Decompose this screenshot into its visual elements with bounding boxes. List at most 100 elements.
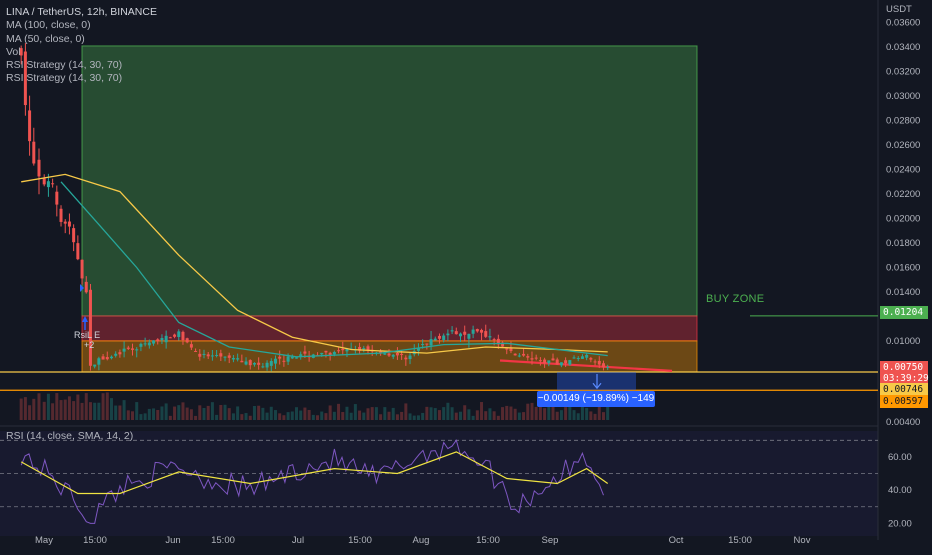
candle-body <box>446 333 450 336</box>
candle-body <box>606 366 610 368</box>
price-tick: 0.03600 <box>886 18 920 29</box>
price-tick: 0.01000 <box>886 336 920 347</box>
volume-bar <box>80 402 84 420</box>
candle-body <box>526 356 530 358</box>
volume-bar <box>93 402 97 420</box>
volume-bar <box>412 415 416 420</box>
buy-zone-price-tag: 0.01204 <box>880 306 928 319</box>
candle-body <box>282 360 286 362</box>
volume-bar <box>219 404 223 420</box>
candle-body <box>59 208 63 222</box>
volume-bar <box>105 392 109 420</box>
volume-bar <box>446 402 450 420</box>
volume-bar <box>269 406 273 420</box>
rsi-tick: 40.00 <box>888 485 912 496</box>
candle-body <box>589 358 593 360</box>
volume-bar <box>459 411 462 420</box>
rsi-tick: 20.00 <box>888 518 912 529</box>
candle-body <box>601 363 605 368</box>
candle-body <box>551 358 555 361</box>
volume-bar <box>143 413 147 420</box>
candle-body <box>459 333 462 337</box>
candle-body <box>547 360 551 364</box>
volume-bar <box>28 405 32 420</box>
volume-bar <box>416 415 420 420</box>
time-tick: 15:00 <box>83 535 107 546</box>
candle-body <box>152 340 156 344</box>
measure-label: −0.00149 (−19.89%) −149 <box>537 391 655 407</box>
candle-body <box>189 344 193 348</box>
candle-body <box>538 360 542 362</box>
candle-body <box>126 347 130 349</box>
volume-bar <box>492 411 496 420</box>
candle-body <box>231 357 235 360</box>
volume-bar <box>559 410 563 420</box>
price-tick: 0.03000 <box>886 91 920 102</box>
volume-bar <box>231 413 235 420</box>
volume-bar <box>471 415 475 420</box>
volume-bar <box>496 415 500 420</box>
volume-bar <box>437 410 441 420</box>
volume-bar <box>299 410 303 420</box>
volume-bar <box>194 415 198 420</box>
ma50-legend[interactable]: MA (50, close, 0) <box>6 33 157 46</box>
time-tick: Jun <box>165 535 180 546</box>
volume-bar <box>374 407 378 420</box>
volume-bar <box>118 405 122 420</box>
candle-body <box>194 351 198 353</box>
rsi-strategy-legend-2[interactable]: RSI Strategy (14, 30, 70) <box>6 72 157 85</box>
volume-bar <box>278 413 282 420</box>
price-tick: 0.02400 <box>886 165 920 176</box>
volume-bar <box>341 412 345 420</box>
candle-body <box>576 358 580 360</box>
indicator-legend: LINA / TetherUS, 12h, BINANCE MA (100, c… <box>6 6 157 86</box>
volume-bar <box>534 406 538 420</box>
volume-bar <box>37 393 41 420</box>
volume-bar <box>593 413 597 420</box>
volume-bar <box>101 393 105 420</box>
candle-body <box>303 351 307 354</box>
candle-body <box>463 331 467 335</box>
price-unit: USDT <box>886 4 912 15</box>
volume-bar <box>19 398 23 420</box>
candle-body <box>332 351 336 355</box>
candle-body <box>433 338 437 341</box>
candle-body <box>173 334 177 337</box>
candle-body <box>341 348 345 351</box>
volume-bar <box>46 393 50 420</box>
ma100-legend[interactable]: MA (100, close, 0) <box>6 19 157 32</box>
candle-body <box>177 331 181 338</box>
volume-bar <box>522 412 526 420</box>
candle-body <box>42 178 46 185</box>
volume-bar <box>425 406 429 420</box>
candle-body <box>320 352 324 355</box>
candle-body <box>593 361 597 363</box>
symbol-title[interactable]: LINA / TetherUS, 12h, BINANCE <box>6 6 157 19</box>
volume-legend[interactable]: Vol <box>6 46 157 59</box>
candle-body <box>72 228 76 243</box>
candle-body <box>156 339 160 342</box>
measure-low-tag: 0.00597 <box>880 395 928 408</box>
rsi-legend[interactable]: RSI (14, close, SMA, 14, 2) <box>6 430 133 442</box>
volume-bar <box>139 414 143 420</box>
volume-bar <box>488 408 492 420</box>
candle-body <box>51 183 55 185</box>
candle-body <box>383 353 387 355</box>
volume-bar <box>152 408 156 420</box>
volume-bar <box>223 404 227 420</box>
volume-bar <box>467 409 471 420</box>
volume-bar <box>135 402 139 420</box>
volume-bar <box>290 411 294 420</box>
candle-body <box>88 289 92 366</box>
candle-body <box>484 331 488 337</box>
candle-body <box>362 348 366 350</box>
candle-body <box>534 357 538 359</box>
candle-body <box>55 191 59 205</box>
volume-bar <box>400 411 404 420</box>
volume-bar <box>585 407 589 420</box>
volume-bar <box>564 407 568 420</box>
rsi-strategy-legend-1[interactable]: RSI Strategy (14, 30, 70) <box>6 59 157 72</box>
rsi-entry-count: +2 <box>84 340 94 350</box>
candle-body <box>202 353 206 355</box>
candle-body <box>572 357 576 359</box>
